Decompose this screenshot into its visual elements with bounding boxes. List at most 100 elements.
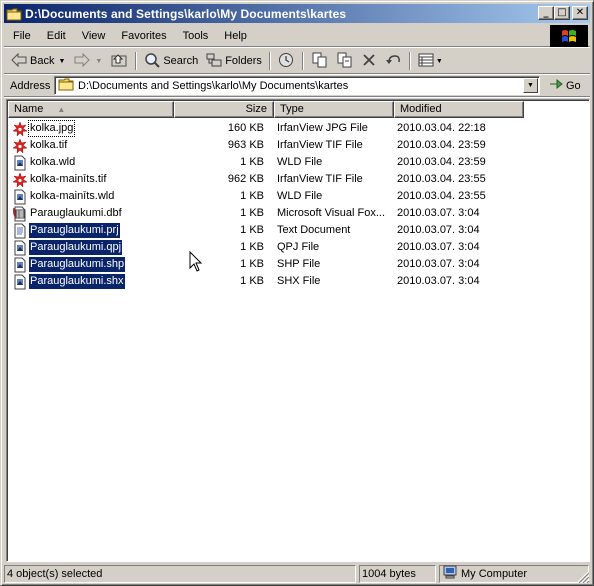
status-selection: 4 object(s) selected [4,565,356,583]
file-modified: 2010.03.04. 23:59 [397,156,486,168]
file-name-cell[interactable]: kolka.jpg [12,120,76,137]
history-icon [278,52,295,71]
history-button[interactable] [274,50,299,72]
column-header-size[interactable]: Size [174,101,274,118]
text-document-icon [12,223,28,239]
file-size: 1 KB [240,241,264,253]
windows-logo-icon [550,25,588,47]
file-name: kolka-mainīts.tif [30,173,107,185]
go-label: Go [566,79,581,92]
move-to-button[interactable] [307,50,332,72]
file-modified: 2010.03.07. 3:04 [397,207,480,219]
close-button[interactable]: ✕ [572,6,588,20]
status-bar: 4 object(s) selected 1004 bytes My Compu… [4,564,590,584]
file-name-cell[interactable]: kolka.tif [12,137,68,154]
undo-icon [385,52,402,71]
file-name: kolka.jpg [27,120,76,137]
file-row[interactable]: Parauglaukumi.dbf 1 KB Microsoft Visual Fo… [8,205,588,222]
file-row[interactable]: kolka.wld 1 KB WLD File 2010.03.04. 23:59 [8,154,588,171]
file-row[interactable]: kolka.jpg 160 KB IrfanView JPG File 2010.03… [8,120,588,137]
file-type: WLD File [277,190,323,202]
menu-favorites[interactable]: Favorites [113,27,174,45]
forward-arrow-icon [73,52,91,71]
toolbar-separator [301,52,304,70]
undo-button[interactable] [381,50,406,72]
file-row[interactable]: kolka-mainīts.tif 962 KB IrfanView TIF Fil… [8,171,588,188]
folders-button[interactable]: Folders [202,50,266,72]
folders-icon [206,52,223,71]
file-name-cell[interactable]: Parauglaukumi.dbf [12,205,123,222]
file-list[interactable]: Name ▲ Size Type Modified kolka.jpg 160 KB… [6,99,590,562]
file-size: 1 KB [240,207,264,219]
irfanview-icon [12,137,28,154]
irfanview-icon [12,120,28,137]
forward-dropdown-icon[interactable]: ▼ [95,58,102,65]
file-name-cell[interactable]: kolka.wld [12,154,76,171]
resize-grip-icon[interactable] [577,571,590,584]
forward-button[interactable]: ▼ [69,50,106,72]
file-name-cell[interactable]: Parauglaukumi.shp [12,256,126,273]
menu-help[interactable]: Help [216,27,255,45]
file-type: IrfanView TIF File [277,139,363,151]
column-type-label: Type [280,103,304,115]
file-type: IrfanView TIF File [277,173,363,185]
title-bar[interactable]: D:\Documents and Settings\karlo\My Docum… [4,4,590,23]
folders-label: Folders [225,55,262,67]
file-name: Parauglaukumi.prj [29,223,120,238]
generic-file-icon [12,240,28,256]
file-row[interactable]: Parauglaukumi.qpj 1 KB QPJ File 2010.03.07.… [8,239,588,256]
views-icon [418,52,435,71]
menu-edit[interactable]: Edit [39,27,74,45]
file-modified: 2010.03.04. 23:55 [397,173,486,185]
generic-file-icon [12,155,28,171]
file-name-cell[interactable]: kolka-mainīts.tif [12,171,107,188]
menu-tools[interactable]: Tools [175,27,217,45]
menu-view[interactable]: View [74,27,114,45]
menu-file[interactable]: File [4,27,39,45]
views-button[interactable]: ▼ [414,50,447,72]
views-dropdown-icon[interactable]: ▼ [436,58,443,65]
copy-to-button[interactable] [332,50,357,72]
up-folder-button[interactable] [106,50,132,72]
address-input[interactable]: D:\Documents and Settings\karlo\My Docum… [54,76,540,95]
toolbar-separator [408,52,411,70]
file-row[interactable]: Parauglaukumi.shp 1 KB SHP File 2010.03.07.… [8,256,588,273]
go-button[interactable]: Go [548,77,581,94]
file-modified: 2010.03.04. 23:55 [397,190,486,202]
address-dropdown-icon[interactable]: ▼ [523,78,538,93]
move-to-icon [311,52,328,71]
file-row[interactable]: Parauglaukumi.prj 1 KB Text Document 2010.0… [8,222,588,239]
file-name-cell[interactable]: Parauglaukumi.shx [12,273,125,290]
column-header-name[interactable]: Name ▲ [8,101,174,118]
file-row[interactable]: kolka-mainīts.wld 1 KB WLD File 2010.03.04.… [8,188,588,205]
maximize-button[interactable]: □ [554,6,570,20]
file-name-cell[interactable]: Parauglaukumi.prj [12,222,120,239]
column-name-label: Name [14,103,44,115]
file-name: Parauglaukumi.shx [29,274,125,289]
search-button[interactable]: Search [140,50,202,72]
minimize-button[interactable]: _ [538,6,554,20]
sort-ascending-icon: ▲ [57,105,66,114]
file-modified: 2010.03.07. 3:04 [397,224,480,236]
folder-icon [6,7,22,21]
status-zone: My Computer [439,565,589,583]
column-header-modified[interactable]: Modified [394,101,524,118]
file-name: kolka.wld [30,156,76,168]
search-icon [144,52,161,71]
delete-icon [361,52,377,71]
column-header-type[interactable]: Type [274,101,394,118]
back-button[interactable]: Back ▼ [4,50,69,72]
file-modified: 2010.03.04. 23:59 [397,139,486,151]
toolbar-separator [268,52,271,70]
file-name-cell[interactable]: kolka-mainīts.wld [12,188,115,205]
file-modified: 2010.03.07. 3:04 [397,258,480,270]
file-row[interactable]: Parauglaukumi.shx 1 KB SHX File 2010.03.07.… [8,273,588,290]
address-value: D:\Documents and Settings\karlo\My Docum… [78,79,349,92]
file-size: 1 KB [240,190,264,202]
delete-button[interactable] [357,50,381,72]
back-dropdown-icon[interactable]: ▼ [58,58,65,65]
column-size-label: Size [245,103,267,115]
file-name-cell[interactable]: Parauglaukumi.qpj [12,239,123,256]
status-zone-text: My Computer [461,568,528,580]
file-row[interactable]: kolka.tif 963 KB IrfanView TIF File 2010.03… [8,137,588,154]
